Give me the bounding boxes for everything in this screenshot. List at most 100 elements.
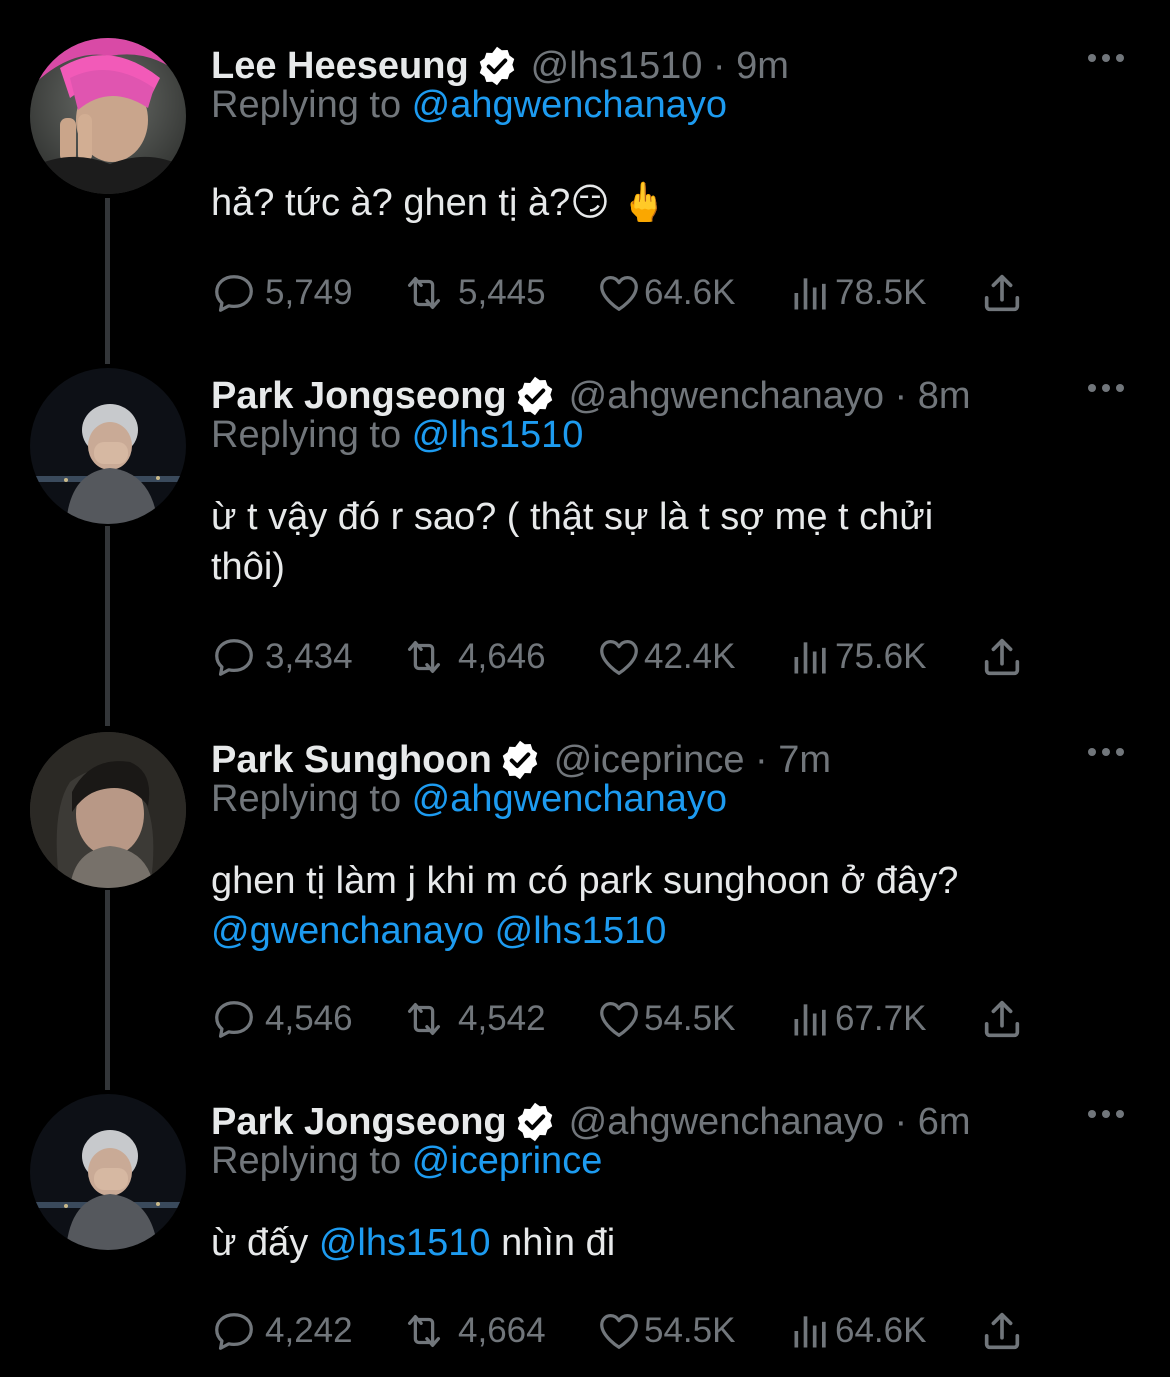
verified-icon — [513, 1100, 557, 1144]
tweet-text: ừ t vậy đó r sao? ( thật sự là t sợ mẹ t… — [211, 492, 1091, 592]
heart-icon — [596, 270, 642, 316]
action-bar: 5,749 5,445 64.6K 78.5K — [211, 268, 1061, 318]
display-name[interactable]: Park Sunghoon — [211, 739, 492, 782]
display-name[interactable]: Park Jongseong — [211, 1101, 507, 1144]
tweet-text-line: ghen tị làm j khi m có park sunghoon ở đ… — [211, 860, 959, 902]
tweet-text: ghen tị làm j khi m có park sunghoon ở đ… — [211, 856, 1091, 956]
reply-count: 3,434 — [265, 637, 353, 676]
share-icon — [979, 1308, 1025, 1354]
like-count: 54.5K — [644, 1311, 736, 1350]
retweet-icon — [398, 270, 450, 316]
avatar-photo — [30, 732, 186, 888]
replying-to: Replying to @ahgwenchanayo — [211, 84, 727, 127]
like-button[interactable]: 54.5K — [596, 994, 735, 1044]
replying-prefix: Replying to — [211, 84, 412, 126]
reply-icon — [211, 270, 257, 316]
avatar-photo — [30, 1094, 186, 1250]
retweet-count: 4,664 — [458, 1311, 546, 1350]
retweet-icon — [398, 1308, 450, 1354]
display-name[interactable]: Lee Heeseung — [211, 45, 469, 88]
views-button[interactable]: 75.6K — [789, 632, 926, 682]
action-bar: 4,546 4,542 54.5K 67.7K — [211, 994, 1061, 1044]
reply-icon — [211, 1308, 257, 1354]
views-icon — [789, 635, 833, 679]
share-button[interactable] — [979, 632, 1025, 682]
thread-line — [105, 890, 110, 1090]
tweet-text-line: thôi) — [211, 546, 285, 588]
reply-button[interactable]: 5,749 — [211, 268, 353, 318]
view-count: 67.7K — [835, 999, 927, 1038]
more-icon[interactable] — [1086, 1108, 1126, 1120]
retweet-button[interactable]: 4,542 — [398, 994, 546, 1044]
verified-icon — [498, 738, 542, 782]
replying-to-link[interactable]: @iceprince — [412, 1140, 603, 1182]
share-icon — [979, 270, 1025, 316]
view-count: 75.6K — [835, 637, 927, 676]
retweet-button[interactable]: 4,646 — [398, 632, 546, 682]
avatar[interactable] — [30, 368, 186, 524]
replying-prefix: Replying to — [211, 414, 412, 456]
retweet-count: 5,445 — [458, 273, 546, 312]
views-button[interactable]: 67.7K — [789, 994, 926, 1044]
mention-link[interactable]: @lhs1510 — [495, 910, 667, 952]
like-button[interactable]: 64.6K — [596, 268, 735, 318]
reply-icon — [211, 634, 257, 680]
view-count: 64.6K — [835, 1311, 927, 1350]
reply-button[interactable]: 4,546 — [211, 994, 353, 1044]
replying-to-link[interactable]: @ahgwenchanayo — [412, 778, 727, 820]
share-button[interactable] — [979, 994, 1025, 1044]
replying-to-link[interactable]: @lhs1510 — [412, 414, 584, 456]
more-icon[interactable] — [1086, 746, 1126, 758]
like-button[interactable]: 54.5K — [596, 1306, 735, 1356]
thread-line — [105, 198, 110, 364]
tweet-text: ừ đấy @lhs1510 nhìn đi — [211, 1218, 1091, 1268]
retweet-icon — [398, 996, 450, 1042]
avatar-photo — [30, 368, 186, 524]
like-count: 42.4K — [644, 637, 736, 676]
handle-timestamp[interactable]: @ahgwenchanayo · 6m — [569, 1101, 971, 1144]
more-icon[interactable] — [1086, 52, 1126, 64]
share-button[interactable] — [979, 1306, 1025, 1356]
action-bar: 3,434 4,646 42.4K 75.6K — [211, 632, 1061, 682]
replying-to: Replying to @iceprince — [211, 1140, 602, 1183]
reply-count: 5,749 — [265, 273, 353, 312]
retweet-count: 4,542 — [458, 999, 546, 1038]
views-icon — [789, 271, 833, 315]
handle-timestamp[interactable]: @lhs1510 · 9m — [531, 45, 789, 88]
heart-icon — [596, 634, 642, 680]
reply-button[interactable]: 3,434 — [211, 632, 353, 682]
share-icon — [979, 996, 1025, 1042]
handle-timestamp[interactable]: @iceprince · 7m — [554, 739, 831, 782]
retweet-icon — [398, 634, 450, 680]
display-name[interactable]: Park Jongseong — [211, 375, 507, 418]
handle-timestamp[interactable]: @ahgwenchanayo · 8m — [569, 375, 971, 418]
heart-icon — [596, 1308, 642, 1354]
reply-button[interactable]: 4,242 — [211, 1306, 353, 1356]
avatar[interactable] — [30, 1094, 186, 1250]
like-button[interactable]: 42.4K — [596, 632, 735, 682]
like-count: 54.5K — [644, 999, 736, 1038]
views-icon — [789, 997, 833, 1041]
views-button[interactable]: 78.5K — [789, 268, 926, 318]
avatar[interactable] — [30, 732, 186, 888]
avatar[interactable] — [30, 38, 186, 194]
replying-prefix: Replying to — [211, 778, 412, 820]
mention-link[interactable]: @lhs1510 — [319, 1222, 491, 1264]
view-count: 78.5K — [835, 273, 927, 312]
tweet-text: hả? tức à? ghen tị à?😏 🖕 — [211, 182, 668, 224]
retweet-button[interactable]: 4,664 — [398, 1306, 546, 1356]
retweet-count: 4,646 — [458, 637, 546, 676]
reply-icon — [211, 996, 257, 1042]
mention-link[interactable]: @gwenchanayo — [211, 910, 484, 952]
avatar-photo — [30, 38, 186, 194]
replying-to: Replying to @lhs1510 — [211, 414, 583, 457]
share-button[interactable] — [979, 268, 1025, 318]
like-count: 64.6K — [644, 273, 736, 312]
replying-to-link[interactable]: @ahgwenchanayo — [412, 84, 727, 126]
retweet-button[interactable]: 5,445 — [398, 268, 546, 318]
more-icon[interactable] — [1086, 382, 1126, 394]
tweet-text-line: ừ t vậy đó r sao? ( thật sự là t sợ mẹ t… — [211, 496, 934, 538]
views-button[interactable]: 64.6K — [789, 1306, 926, 1356]
reply-count: 4,546 — [265, 999, 353, 1038]
thread-line — [105, 526, 110, 726]
